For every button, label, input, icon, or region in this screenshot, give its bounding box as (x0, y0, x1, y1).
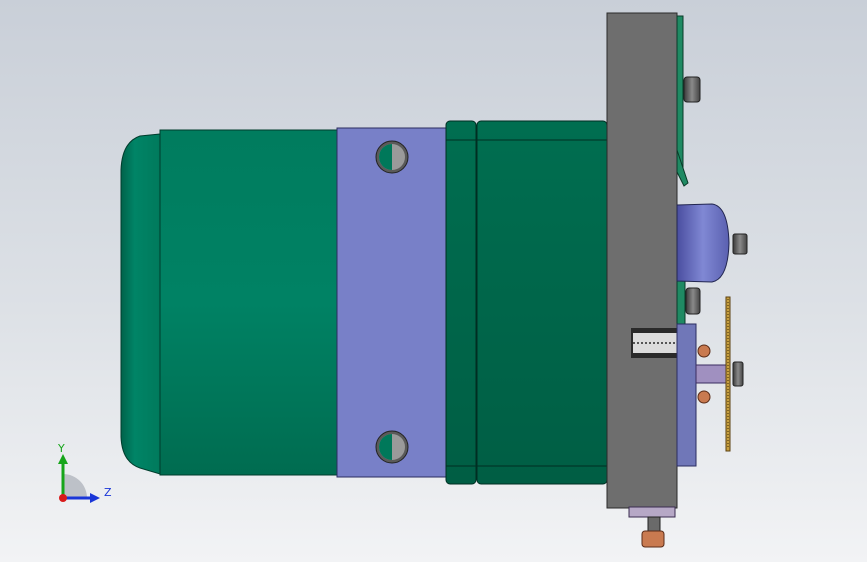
flange-bolt-hole-bottom[interactable] (375, 430, 409, 464)
mounting-flange[interactable] (336, 127, 448, 478)
motor-end-cap[interactable] (120, 133, 161, 475)
output-hub[interactable] (676, 203, 748, 283)
cad-viewport[interactable]: Y Z (0, 0, 867, 562)
cad-model-scene[interactable] (0, 0, 867, 562)
hex-bolt-middle[interactable] (685, 287, 701, 315)
adjuster-screw[interactable] (628, 506, 676, 548)
axis-label-y: Y (58, 442, 65, 455)
encoder-disk[interactable] (725, 296, 731, 452)
mounting-plate[interactable] (606, 12, 678, 509)
coordinate-triad: Y Z (50, 440, 120, 510)
hex-bolt-top[interactable] (683, 76, 701, 103)
flange-bolt-hole-top[interactable] (375, 140, 409, 174)
motor-body[interactable] (159, 129, 339, 476)
gearbox-housing[interactable] (445, 120, 608, 485)
sensor-bracket[interactable] (676, 323, 744, 467)
axis-label-z: Z (104, 486, 112, 499)
